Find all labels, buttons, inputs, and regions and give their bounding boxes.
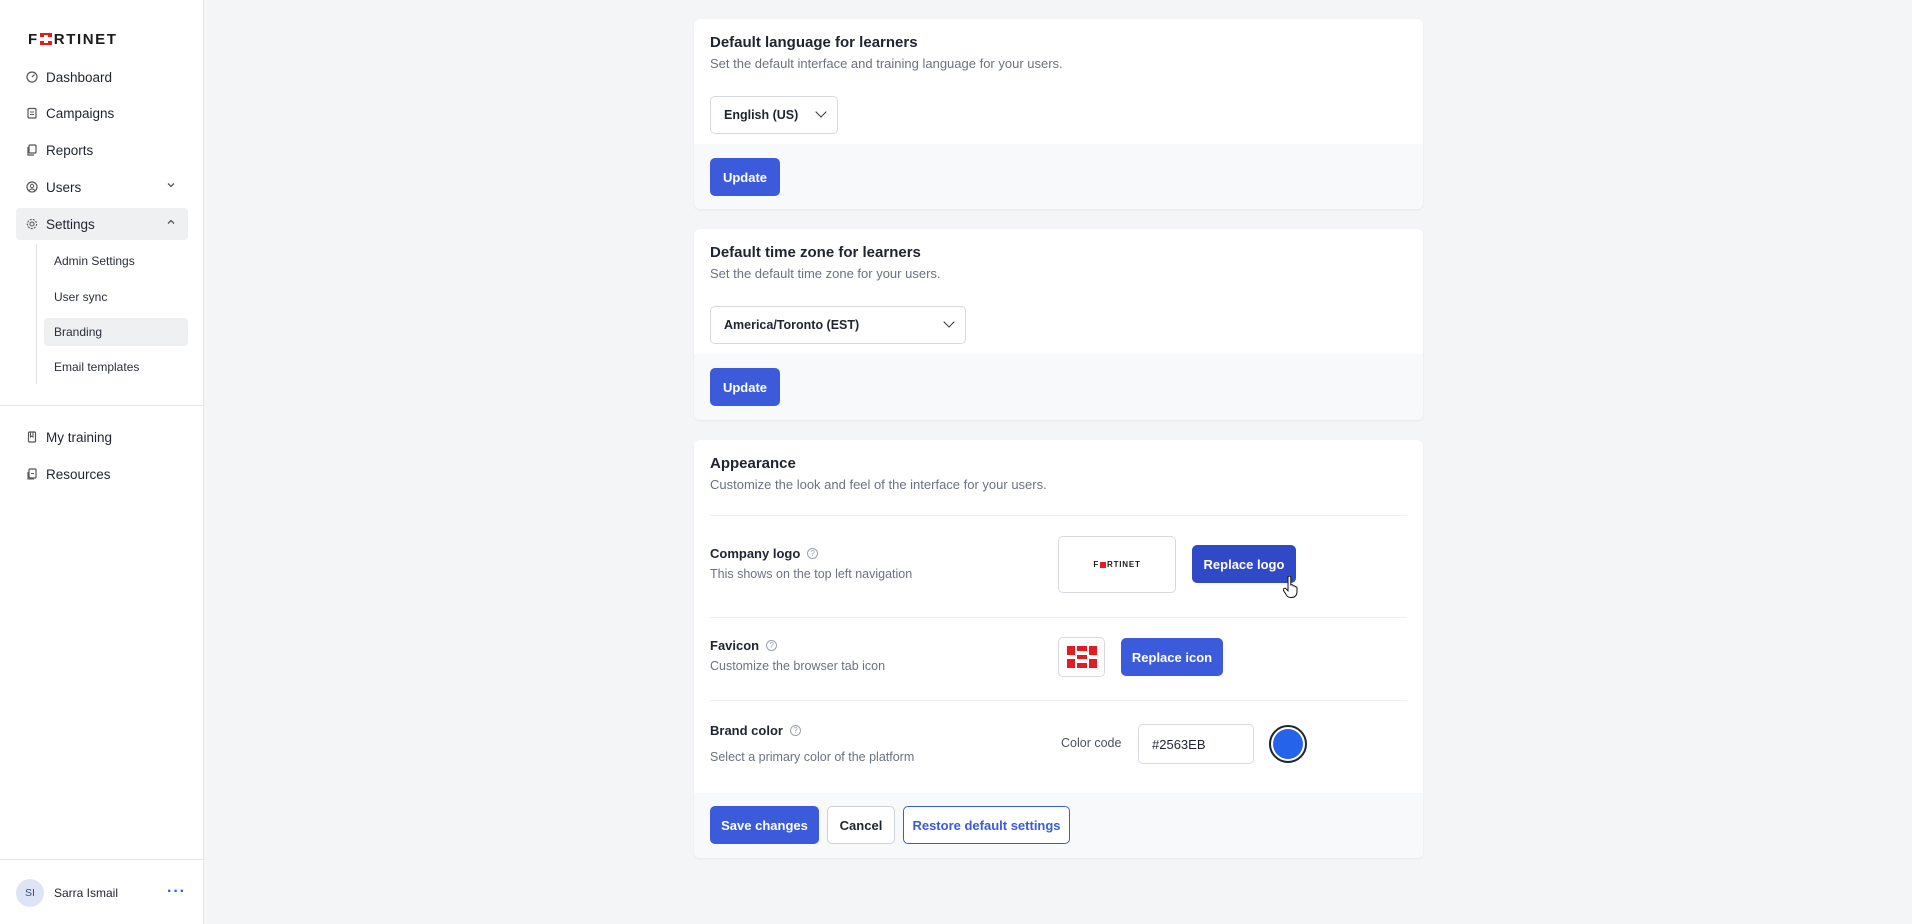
logo-preview-prefix: F xyxy=(1093,560,1099,569)
sidebar-divider xyxy=(0,405,204,406)
chevron-down-icon xyxy=(943,316,955,328)
nav-dashboard[interactable]: Dashboard xyxy=(16,61,188,93)
restore-default-button[interactable]: Restore default settings xyxy=(903,806,1070,844)
appearance-title: Appearance xyxy=(710,455,796,472)
row-divider xyxy=(710,617,1407,618)
favicon-preview xyxy=(1058,637,1105,677)
logo-preview-text: F RTINET xyxy=(1093,560,1140,569)
brand-color-description: Select a primary color of the platform xyxy=(710,750,915,764)
timezone-title: Default time zone for learners xyxy=(710,244,921,261)
timezone-card-footer xyxy=(694,354,1423,420)
timezone-select-value: America/Toronto (EST) xyxy=(724,318,860,332)
chevron-down-icon xyxy=(815,106,827,118)
submenu-guide-line xyxy=(36,244,37,384)
nav-reports-label: Reports xyxy=(46,142,94,158)
help-icon[interactable]: ? xyxy=(766,640,778,651)
logo-text-prefix: F xyxy=(28,30,39,48)
copy-icon xyxy=(26,144,38,156)
gear-icon xyxy=(26,218,38,230)
timezone-card: Default time zone for learners Set the d… xyxy=(694,229,1423,420)
company-logo-preview: F RTINET xyxy=(1058,536,1176,593)
appearance-description: Customize the look and feel of the inter… xyxy=(710,477,1047,492)
brand-color-label: Brand color ? xyxy=(710,723,801,738)
language-card: Default language for learners Set the de… xyxy=(694,19,1423,209)
mouse-pointer-icon xyxy=(1282,575,1299,603)
sub-item-user-sync[interactable]: User sync xyxy=(44,283,188,311)
replace-logo-button[interactable]: Replace logo xyxy=(1192,545,1296,583)
timezone-description: Set the default time zone for your users… xyxy=(710,266,941,281)
nav-reports[interactable]: Reports xyxy=(16,134,188,166)
timezone-update-button[interactable]: Update xyxy=(710,368,780,406)
avatar: SI xyxy=(16,879,44,907)
help-icon[interactable]: ? xyxy=(807,548,819,559)
chevron-up-icon xyxy=(166,217,176,230)
sub-item-admin-settings[interactable]: Admin Settings xyxy=(44,247,188,275)
sub-item-email-templates[interactable]: Email templates xyxy=(44,353,188,381)
sub-item-label: User sync xyxy=(54,290,108,304)
user-circle-icon xyxy=(26,181,38,193)
language-update-button[interactable]: Update xyxy=(710,158,780,196)
color-swatch[interactable] xyxy=(1269,725,1307,763)
user-name: Sarra Ismail xyxy=(54,886,119,900)
company-logo-label: Company logo ? xyxy=(710,546,819,561)
favicon-label-text: Favicon xyxy=(710,638,760,653)
nav-campaigns-label: Campaigns xyxy=(46,105,115,121)
replace-icon-button[interactable]: Replace icon xyxy=(1121,638,1223,676)
nav-resources[interactable]: Resources xyxy=(16,458,188,490)
row-divider xyxy=(710,515,1407,516)
appearance-card: Appearance Customize the look and feel o… xyxy=(694,440,1423,858)
color-code-input[interactable] xyxy=(1138,724,1254,764)
gauge-icon xyxy=(26,71,38,83)
book-icon xyxy=(26,431,38,443)
company-logo-description: This shows on the top left navigation xyxy=(710,567,913,581)
fortinet-mark-icon xyxy=(39,33,52,45)
help-icon[interactable]: ? xyxy=(789,725,801,736)
fortinet-favicon-icon xyxy=(1066,646,1097,668)
sidebar-footer-divider xyxy=(0,859,204,860)
logo-text-suffix: RTINET xyxy=(53,30,118,48)
sub-item-label: Branding xyxy=(54,325,103,339)
company-logo-label-text: Company logo xyxy=(710,546,801,561)
user-profile[interactable]: SI Sarra Ismail ··· xyxy=(16,877,188,909)
nav-users-label: Users xyxy=(46,179,82,195)
more-options-icon[interactable]: ··· xyxy=(167,883,186,901)
nav-settings-label: Settings xyxy=(46,216,95,232)
favicon-description: Customize the browser tab icon xyxy=(710,659,886,673)
logo-preview-suffix: RTINET xyxy=(1107,560,1141,569)
fortinet-mark-icon xyxy=(1100,561,1106,568)
row-divider xyxy=(710,700,1407,701)
nav-dashboard-label: Dashboard xyxy=(46,69,113,85)
brand-color-label-text: Brand color xyxy=(710,723,783,738)
sub-item-label: Email templates xyxy=(54,360,140,374)
nav-settings[interactable]: Settings xyxy=(16,208,188,240)
favicon-label: Favicon ? xyxy=(710,638,778,653)
timezone-select[interactable]: America/Toronto (EST) xyxy=(710,306,966,344)
language-title: Default language for learners xyxy=(710,34,918,51)
language-select[interactable]: English (US) xyxy=(710,96,838,134)
sub-item-branding[interactable]: Branding xyxy=(44,318,188,346)
language-description: Set the default interface and training l… xyxy=(710,56,1063,71)
sub-item-label: Admin Settings xyxy=(54,254,135,268)
save-changes-button[interactable]: Save changes xyxy=(710,806,819,844)
nav-my-training-label: My training xyxy=(46,429,113,445)
language-card-footer xyxy=(694,144,1423,209)
cancel-button[interactable]: Cancel xyxy=(827,806,895,844)
language-select-value: English (US) xyxy=(724,108,799,122)
fortinet-logo[interactable]: F RTINET xyxy=(28,30,118,48)
resource-icon xyxy=(26,468,38,480)
nav-resources-label: Resources xyxy=(46,466,111,482)
color-swatch-fill xyxy=(1273,729,1303,759)
color-code-label: Color code xyxy=(1061,736,1122,750)
sidebar: F RTINET Dashboard Campaigns Reports Use… xyxy=(0,0,204,924)
chevron-down-icon xyxy=(166,180,176,193)
clipboard-icon xyxy=(26,107,38,119)
nav-campaigns[interactable]: Campaigns xyxy=(16,97,188,129)
nav-my-training[interactable]: My training xyxy=(16,421,188,453)
nav-users[interactable]: Users xyxy=(16,171,188,203)
